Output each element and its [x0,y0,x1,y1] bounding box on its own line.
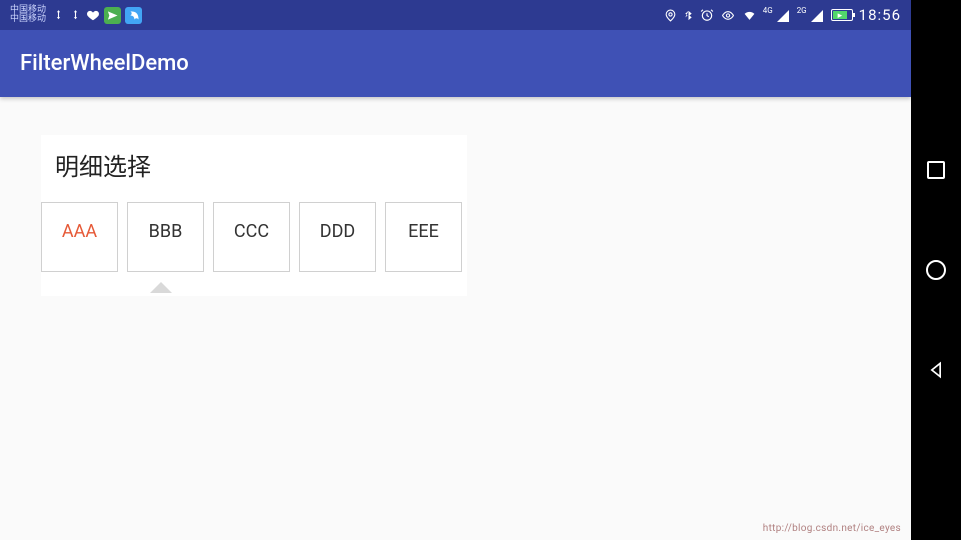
status-tray-right: 4G 2G ▸ 18:56 [664,6,901,24]
filter-chip-row: AAA BBB CCC DDD EEE [41,202,467,284]
filter-chip[interactable]: DDD [299,202,376,272]
carrier-labels: 中国移动 中国移动 [10,6,46,24]
usb-icon [52,9,65,22]
signal-1-label: 4G [763,6,773,15]
location-icon [664,9,677,22]
signal-2-icon [811,9,825,22]
signal-1-icon [777,9,791,22]
filter-chip[interactable]: AAA [41,202,118,272]
filter-card: 明细选择 AAA BBB CCC DDD EEE [41,135,467,296]
status-bar: 中国移动 中国移动 [0,0,911,30]
carrier-2: 中国移动 [10,15,46,24]
usb-icon [69,9,82,22]
nav-home-button[interactable] [925,259,947,281]
eye-icon [720,9,736,22]
dropdown-indicator-row [41,284,467,296]
status-tray-left [52,7,142,24]
bluetooth-icon [683,9,694,22]
battery-icon: ▸ [831,9,853,21]
nav-recent-button[interactable] [925,159,947,181]
alarm-icon [700,8,714,22]
system-nav-bar [911,0,961,540]
dropdown-arrow-icon[interactable] [150,282,172,293]
app-badge-2-icon [125,7,142,24]
filter-chip[interactable]: CCC [213,202,290,272]
card-title: 明细选择 [41,135,467,202]
app-bar: FilterWheelDemo [0,30,911,97]
status-left: 中国移动 中国移动 [10,6,142,24]
watermark: http://blog.csdn.net/ice_eyes [763,523,901,534]
nav-back-button[interactable] [925,359,947,381]
filter-chip[interactable]: BBB [127,202,204,272]
signal-2-label: 2G [797,6,807,15]
clock: 18:56 [859,6,901,24]
app-title: FilterWheelDemo [20,51,189,76]
filter-chip[interactable]: EEE [385,202,462,272]
heart-icon [86,8,100,22]
app-badge-1-icon [104,7,121,24]
wifi-icon [742,9,757,22]
content-area: 明细选择 AAA BBB CCC DDD EEE [0,135,911,540]
